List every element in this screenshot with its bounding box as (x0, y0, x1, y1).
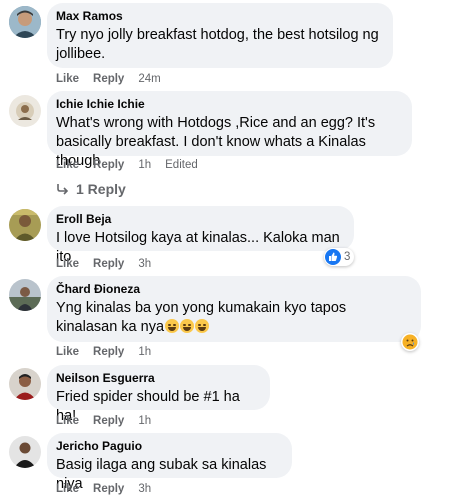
comment-bubble: Jericho Paguio Basig ilaga ang subak sa … (47, 433, 292, 492)
like-button[interactable]: Like (56, 159, 79, 171)
reply-button[interactable]: Reply (93, 346, 124, 358)
replies-count-label[interactable]: 1 Reply (76, 181, 126, 197)
comment-timestamp[interactable]: 3h (138, 258, 151, 270)
avatar[interactable] (9, 279, 41, 311)
comment-bubble: Ichie Ichie Ichie What's wrong with Hotd… (47, 91, 412, 169)
view-replies-link[interactable]: 1 Reply (56, 180, 126, 198)
avatar[interactable] (9, 368, 41, 400)
like-button[interactable]: Like (56, 415, 79, 427)
avatar[interactable] (9, 436, 41, 468)
comment-timestamp[interactable]: 1h (138, 346, 151, 358)
comment-author[interactable]: Eroll Beja (56, 212, 342, 227)
comment-bubble: Neilson Esguerra Fried spider should be … (47, 365, 270, 424)
avatar[interactable] (9, 95, 41, 127)
comment-text: Yng kinalas ba yon yong kumakain kyo tap… (56, 299, 409, 337)
comment-author[interactable]: Max Ramos (56, 9, 381, 24)
laughing-emoji-icon (165, 319, 180, 333)
comment-actions: Like Reply 1h (56, 414, 165, 428)
like-button[interactable]: Like (56, 483, 79, 495)
like-reaction-icon (325, 249, 341, 265)
comment-actions: Like Reply 1h Edited (56, 158, 198, 172)
comment-timestamp[interactable]: 24m (138, 73, 160, 85)
comment-bubble: Eroll Beja I love Hotsilog kaya at kinal… (47, 206, 354, 265)
comment-author[interactable]: Neilson Esguerra (56, 371, 258, 386)
like-button[interactable]: Like (56, 346, 79, 358)
reply-button[interactable]: Reply (93, 258, 124, 270)
comment-author[interactable]: Ichie Ichie Ichie (56, 97, 400, 112)
reply-button[interactable]: Reply (93, 73, 124, 85)
laughing-emoji-icon (195, 319, 210, 333)
comment-bubble: Čhard Đioneza Yng kinalas ba yon yong ku… (47, 276, 421, 342)
comment-author[interactable]: Jericho Paguio (56, 439, 280, 454)
avatar[interactable] (9, 209, 41, 241)
reply-button[interactable]: Reply (93, 483, 124, 495)
reaction-badge[interactable]: 3 (324, 248, 354, 266)
comment-actions: Like Reply 3h (56, 482, 165, 496)
comment-actions: Like Reply 3h (56, 257, 165, 271)
comment-bubble: Max Ramos Try nyo jolly breakfast hotdog… (47, 3, 393, 68)
reply-arrow-icon (56, 180, 70, 198)
comment-actions: Like Reply 1h (56, 345, 165, 359)
comment-actions: Like Reply 24m (56, 72, 175, 86)
laughing-emoji-icon (180, 319, 195, 333)
comment-timestamp[interactable]: 1h (138, 159, 151, 171)
comment-timestamp[interactable]: 3h (138, 483, 151, 495)
reply-button[interactable]: Reply (93, 159, 124, 171)
like-button[interactable]: Like (56, 258, 79, 270)
like-button[interactable]: Like (56, 73, 79, 85)
avatar[interactable] (9, 6, 41, 38)
comment-text: Try nyo jolly breakfast hotdog, the best… (56, 27, 379, 62)
sad-reaction-icon[interactable] (401, 333, 419, 351)
comment-author[interactable]: Čhard Đioneza (56, 282, 409, 297)
reply-button[interactable]: Reply (93, 415, 124, 427)
reaction-count: 3 (344, 251, 351, 263)
edited-label: Edited (165, 159, 198, 171)
comment-timestamp[interactable]: 1h (138, 415, 151, 427)
